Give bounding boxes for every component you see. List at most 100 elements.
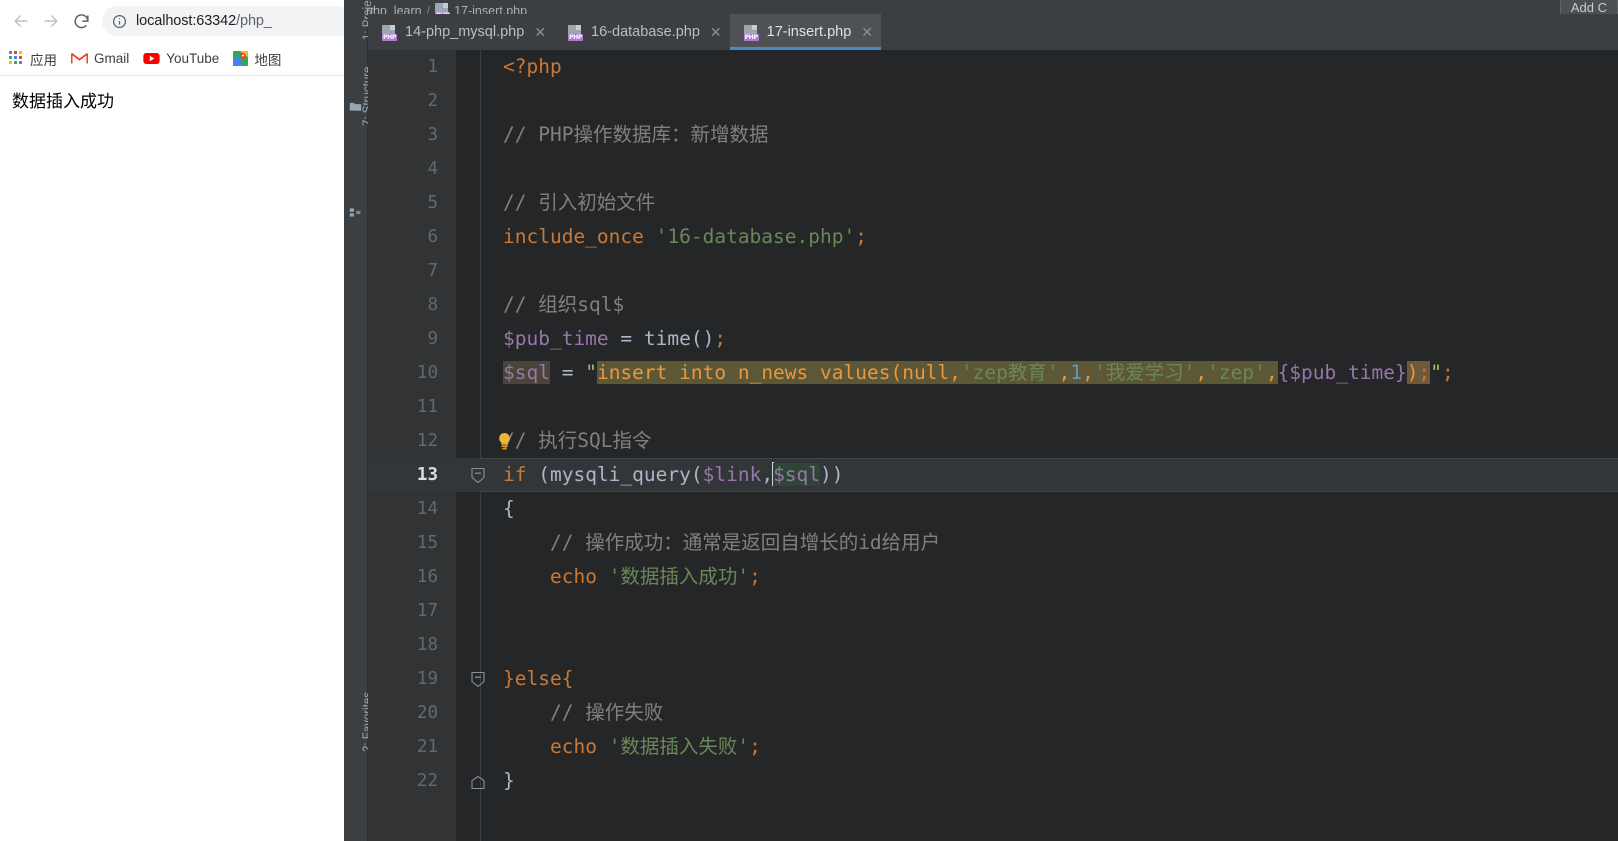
url-host: localhost:63342: [136, 13, 237, 29]
code-line-current: 13 if (mysqli_query($link,$sql)): [368, 458, 1618, 492]
code-line: 11: [368, 390, 1618, 424]
token-include-keyword: include_once: [503, 225, 644, 248]
bookmark-gmail[interactable]: Gmail: [71, 51, 129, 66]
token-sql-null: null: [902, 361, 950, 384]
token-semicolon: ;: [1418, 361, 1431, 384]
code-line: 17: [368, 594, 1618, 628]
token-else-keyword: }else{: [503, 667, 574, 690]
bookmark-youtube[interactable]: YouTube: [143, 51, 219, 66]
code-line: 12 // 执行SQL指令: [368, 424, 1618, 458]
arrow-left-icon: [14, 15, 28, 27]
token-quote-close: ": [1430, 361, 1442, 384]
breadcrumb-separator: /: [426, 3, 431, 14]
token-semicolon: ;: [714, 327, 727, 350]
address-bar-text: localhost:63342/php_: [136, 13, 272, 29]
token-variable-sql: $sql: [503, 361, 550, 384]
token-comma: ,: [1058, 361, 1071, 384]
token-comment: // 操作失败: [549, 701, 664, 724]
project-folder-icon: [349, 100, 362, 113]
token-string-fail: '数据插入失败': [608, 735, 750, 758]
token-semicolon: ;: [749, 735, 761, 758]
token-sql-number: 1: [1070, 361, 1083, 384]
token-variable: $pub_time: [503, 327, 609, 350]
token-comma: ,: [1195, 361, 1208, 384]
code-line: 21 echo '数据插入失败';: [368, 730, 1618, 764]
token-comment: // PHP操作数据库：新增数据: [503, 123, 769, 146]
token-if-keyword: if: [503, 463, 527, 486]
add-configuration-button[interactable]: Add C: [1559, 0, 1618, 14]
bookmark-maps[interactable]: 地图: [233, 49, 281, 69]
token-echo-keyword: echo: [549, 565, 597, 588]
editor-tab-bar: PHP 14-php_mysql.php ✕ PHP 16-database.p…: [368, 14, 1618, 50]
token-brace: }: [503, 769, 515, 792]
tab-17-insert[interactable]: PHP 17-insert.php ✕: [729, 14, 882, 50]
bookmark-label: Gmail: [94, 51, 130, 66]
bookmark-label: 地图: [254, 52, 282, 68]
php-file-icon: PHP: [435, 2, 451, 14]
youtube-icon: [143, 52, 160, 65]
breadcrumb-file[interactable]: 17-insert.php: [454, 4, 527, 14]
token-assign: =: [608, 327, 644, 350]
token-php-open: <?php: [503, 55, 562, 78]
code-line: 14 {: [368, 492, 1618, 526]
token-sql-string-2: '我爱学习': [1093, 361, 1196, 384]
php-file-icon: PHP: [382, 24, 397, 41]
code-line: 16 echo '数据插入成功';: [368, 560, 1618, 594]
token-comment: // 操作成功：通常是返回自增长的id给用户: [549, 531, 941, 554]
token-paren: (: [526, 463, 550, 486]
token-sql-body: insert into n_news values(: [596, 361, 903, 384]
code-line: 15 // 操作成功：通常是返回自增长的id给用户: [368, 526, 1618, 560]
maps-icon: [233, 51, 249, 66]
token-sql-string-3: 'zep': [1207, 361, 1266, 384]
token-paren: (: [690, 463, 703, 486]
token-comma: ,: [1265, 361, 1278, 384]
token-comment: // 引入初始文件: [503, 191, 656, 214]
browser-window: localhost:63342/php_ 应用 Gmail YouTube 地图…: [0, 0, 352, 841]
bookmark-apps[interactable]: 应用: [9, 49, 57, 69]
address-bar[interactable]: localhost:63342/php_: [102, 6, 352, 36]
browser-toolbar: localhost:63342/php_: [0, 0, 352, 42]
token-string-success: '数据插入成功': [608, 565, 750, 588]
gmail-icon: [71, 52, 88, 65]
php-file-icon: PHP: [743, 24, 759, 41]
code-line: 10 $sql = "insert into n_news values(nul…: [368, 356, 1618, 390]
bookmarks-bar: 应用 Gmail YouTube 地图: [0, 42, 352, 76]
token-paren: )): [820, 463, 844, 486]
code-line: 18: [368, 628, 1618, 662]
token-variable-link: $link: [702, 463, 762, 486]
close-icon[interactable]: ✕: [534, 25, 546, 39]
screen: localhost:63342/php_ 应用 Gmail YouTube 地图…: [0, 0, 1618, 841]
reload-button[interactable]: [66, 6, 96, 36]
close-icon[interactable]: ✕: [710, 25, 722, 39]
code-line: 3 // PHP操作数据库：新增数据: [368, 118, 1618, 152]
token-function-call: time(): [643, 327, 715, 350]
bookmark-label: YouTube: [166, 51, 220, 66]
token-comment: // 组织sql$: [503, 293, 625, 316]
tab-label: 17-insert.php: [766, 24, 852, 40]
forward-button[interactable]: [36, 6, 66, 36]
url-path: /php_: [236, 13, 272, 29]
apps-grid-icon: [9, 51, 24, 66]
token-quote-open: ": [585, 361, 597, 384]
code-editor[interactable]: 1 <?php 2 3 // PHP操作数据库：新增数据 4 5 // 引入初始…: [368, 50, 1618, 841]
tab-16-database[interactable]: PHP 16-database.php ✕: [554, 14, 730, 50]
token-sql-string-1: 'zep教育': [960, 361, 1059, 384]
code-line: 1 <?php: [368, 50, 1618, 84]
intention-bulb-icon[interactable]: [496, 432, 513, 451]
tab-14-php_mysql[interactable]: PHP 14-php_mysql.php ✕: [368, 14, 555, 50]
close-icon[interactable]: ✕: [861, 25, 873, 39]
structure-icon: [349, 206, 362, 219]
back-button[interactable]: [6, 6, 36, 36]
token-comment: // 执行SQL指令: [503, 429, 652, 452]
page-content: 数据插入成功: [0, 77, 352, 841]
tab-label: 14-php_mysql.php: [405, 24, 525, 40]
breadcrumb-project[interactable]: php_learn: [366, 4, 422, 14]
token-brace: {: [503, 497, 515, 520]
code-line: 8 // 组织sql$: [368, 288, 1618, 322]
tab-label: 16-database.php: [591, 24, 700, 40]
token-assign: =: [549, 361, 586, 384]
token-variable-sql: $sql: [773, 463, 821, 486]
token-include-path: '16-database.php': [655, 225, 856, 248]
breadcrumb: php_learn / PHP17-insert.php Add C: [344, 0, 1618, 14]
php-file-icon: PHP: [568, 24, 583, 41]
